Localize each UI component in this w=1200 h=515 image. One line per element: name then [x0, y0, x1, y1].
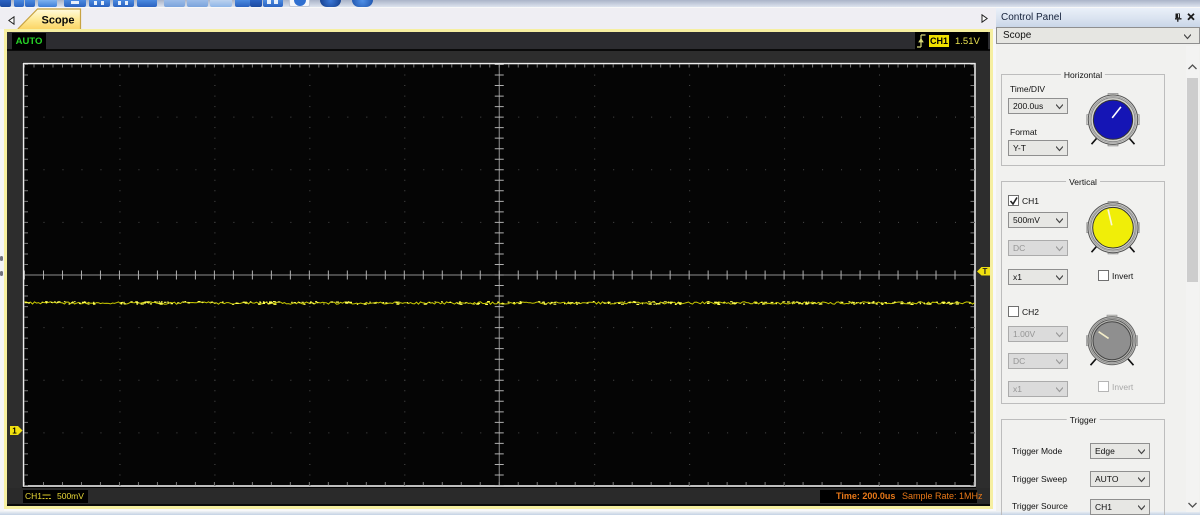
svg-text:T: T	[983, 267, 988, 276]
svg-text:Scope: Scope	[41, 15, 74, 27]
svg-text:1: 1	[12, 427, 17, 436]
